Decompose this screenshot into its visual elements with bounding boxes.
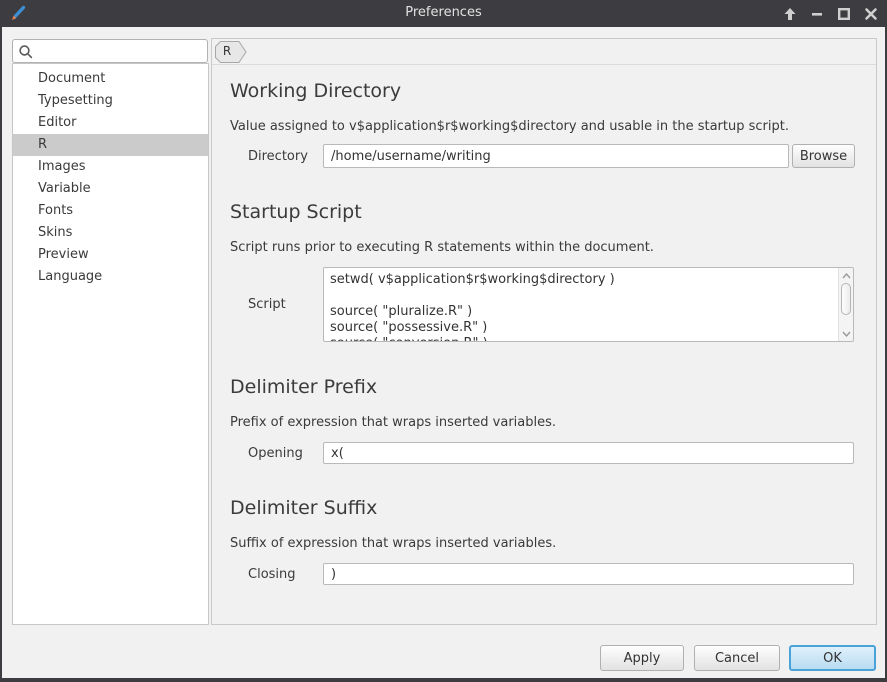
sidebar-item-document[interactable]: Document — [13, 68, 208, 90]
opening-label: Opening — [248, 446, 303, 461]
breadcrumb: R — [212, 39, 876, 65]
scroll-down-icon[interactable] — [840, 327, 853, 340]
sidebar-item-fonts[interactable]: Fonts — [13, 200, 208, 222]
titlebar[interactable]: Preferences — [0, 0, 887, 27]
script-label: Script — [248, 297, 286, 312]
sidebar-item-r[interactable]: R — [13, 134, 208, 156]
search-input[interactable] — [39, 41, 203, 61]
maximize-button[interactable] — [836, 6, 851, 21]
minimize-button[interactable] — [809, 6, 824, 21]
closing-input[interactable] — [323, 563, 854, 585]
breadcrumb-label: R — [215, 44, 239, 58]
ok-button[interactable]: OK — [789, 645, 876, 671]
startup-script-description: Script runs prior to executing R stateme… — [230, 240, 654, 255]
sidebar-item-preview[interactable]: Preview — [13, 244, 208, 266]
sidebar-item-variable[interactable]: Variable — [13, 178, 208, 200]
closing-label: Closing — [248, 567, 296, 582]
directory-input[interactable] — [323, 144, 789, 168]
working-directory-description: Value assigned to v$application$r$workin… — [230, 119, 789, 134]
script-textarea[interactable]: setwd( v$application$r$working$directory… — [324, 268, 838, 341]
delimiter-suffix-title: Delimiter Suffix — [230, 497, 377, 519]
sidebar-search — [12, 39, 208, 63]
startup-script-title: Startup Script — [230, 201, 362, 223]
script-editor: setwd( v$application$r$working$directory… — [323, 267, 854, 342]
window-controls — [782, 0, 878, 27]
sidebar-item-images[interactable]: Images — [13, 156, 208, 178]
delimiter-prefix-description: Prefix of expression that wraps inserted… — [230, 415, 556, 430]
delimiter-suffix-description: Suffix of expression that wraps inserted… — [230, 536, 556, 551]
minimize-icon — [810, 7, 824, 21]
scroll-up-icon[interactable] — [840, 269, 853, 282]
browse-button[interactable]: Browse — [792, 144, 855, 168]
settings-panel: R Working Directory Value assigned to v$… — [211, 38, 877, 625]
delimiter-prefix-title: Delimiter Prefix — [230, 376, 377, 398]
sidebar-item-language[interactable]: Language — [13, 266, 208, 288]
working-directory-title: Working Directory — [230, 80, 401, 102]
cancel-button[interactable]: Cancel — [694, 645, 780, 671]
search-icon — [18, 44, 34, 60]
script-scrollbar[interactable] — [838, 268, 853, 341]
close-icon — [864, 7, 878, 21]
shade-icon — [783, 7, 797, 21]
preferences-window: Preferences Docu — [0, 0, 887, 682]
sidebar-item-typesetting[interactable]: Typesetting — [13, 90, 208, 112]
scrollbar-thumb[interactable] — [841, 283, 851, 315]
breadcrumb-item-r[interactable]: R — [215, 41, 247, 63]
directory-label: Directory — [248, 149, 308, 164]
opening-input[interactable] — [323, 442, 854, 464]
dialog-body: Document Typesetting Editor R Images Var… — [2, 27, 885, 678]
window-title: Preferences — [0, 5, 887, 20]
shade-button[interactable] — [782, 6, 797, 21]
sidebar-item-skins[interactable]: Skins — [13, 222, 208, 244]
close-button[interactable] — [863, 6, 878, 21]
sidebar-item-editor[interactable]: Editor — [13, 112, 208, 134]
apply-button[interactable]: Apply — [600, 645, 684, 671]
preferences-category-list: Document Typesetting Editor R Images Var… — [12, 63, 209, 625]
maximize-icon — [837, 7, 851, 21]
